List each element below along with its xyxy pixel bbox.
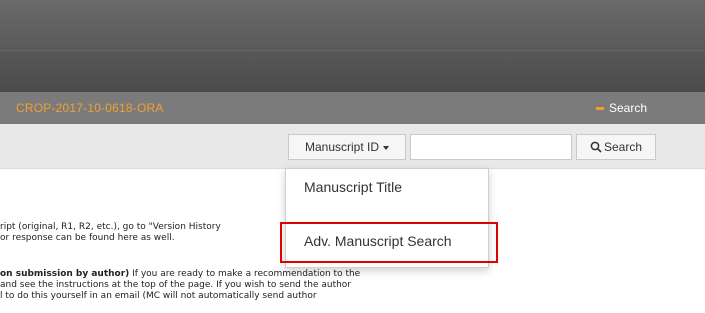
content-text: If you are ready to make a recommendatio… <box>129 269 361 279</box>
search-button-label: Search <box>603 140 643 154</box>
search-toggle[interactable]: Search <box>596 100 647 116</box>
search-button[interactable]: Search <box>576 134 656 160</box>
minus-icon <box>596 106 604 110</box>
search-toggle-label: Search <box>609 101 648 115</box>
dropdown-option-adv-manuscript-search[interactable]: Adv. Manuscript Search <box>286 233 488 257</box>
content-line: l to do this yourself in an email (MC wi… <box>0 291 317 301</box>
search-field-label: Manuscript ID <box>304 140 380 154</box>
search-field-dropdown-button[interactable]: Manuscript ID <box>288 134 406 160</box>
magnifier-icon <box>590 141 602 153</box>
content-line: or response can be found here as well. <box>0 233 175 243</box>
content-bold-text: on submission by author) <box>0 269 130 279</box>
nav-band <box>0 50 705 93</box>
caret-down-icon <box>383 145 390 150</box>
search-input[interactable] <box>410 134 572 160</box>
search-panel: Manuscript ID Search <box>0 124 705 169</box>
content-line: ript (original, R1, R2, etc.), go to "Ve… <box>0 222 221 232</box>
top-header-band <box>0 0 705 50</box>
dropdown-option-manuscript-title[interactable]: Manuscript Title <box>286 179 488 203</box>
search-field-dropdown-menu: Manuscript Title Adv. Manuscript Search <box>285 168 489 268</box>
manuscript-id-label: CROP-2017-10-0618-ORA <box>16 101 164 115</box>
manuscript-bar: CROP-2017-10-0618-ORA Search <box>0 92 705 124</box>
content-line: on submission by author) If you are read… <box>0 269 360 280</box>
content-line: and see the instructions at the top of t… <box>0 280 352 290</box>
